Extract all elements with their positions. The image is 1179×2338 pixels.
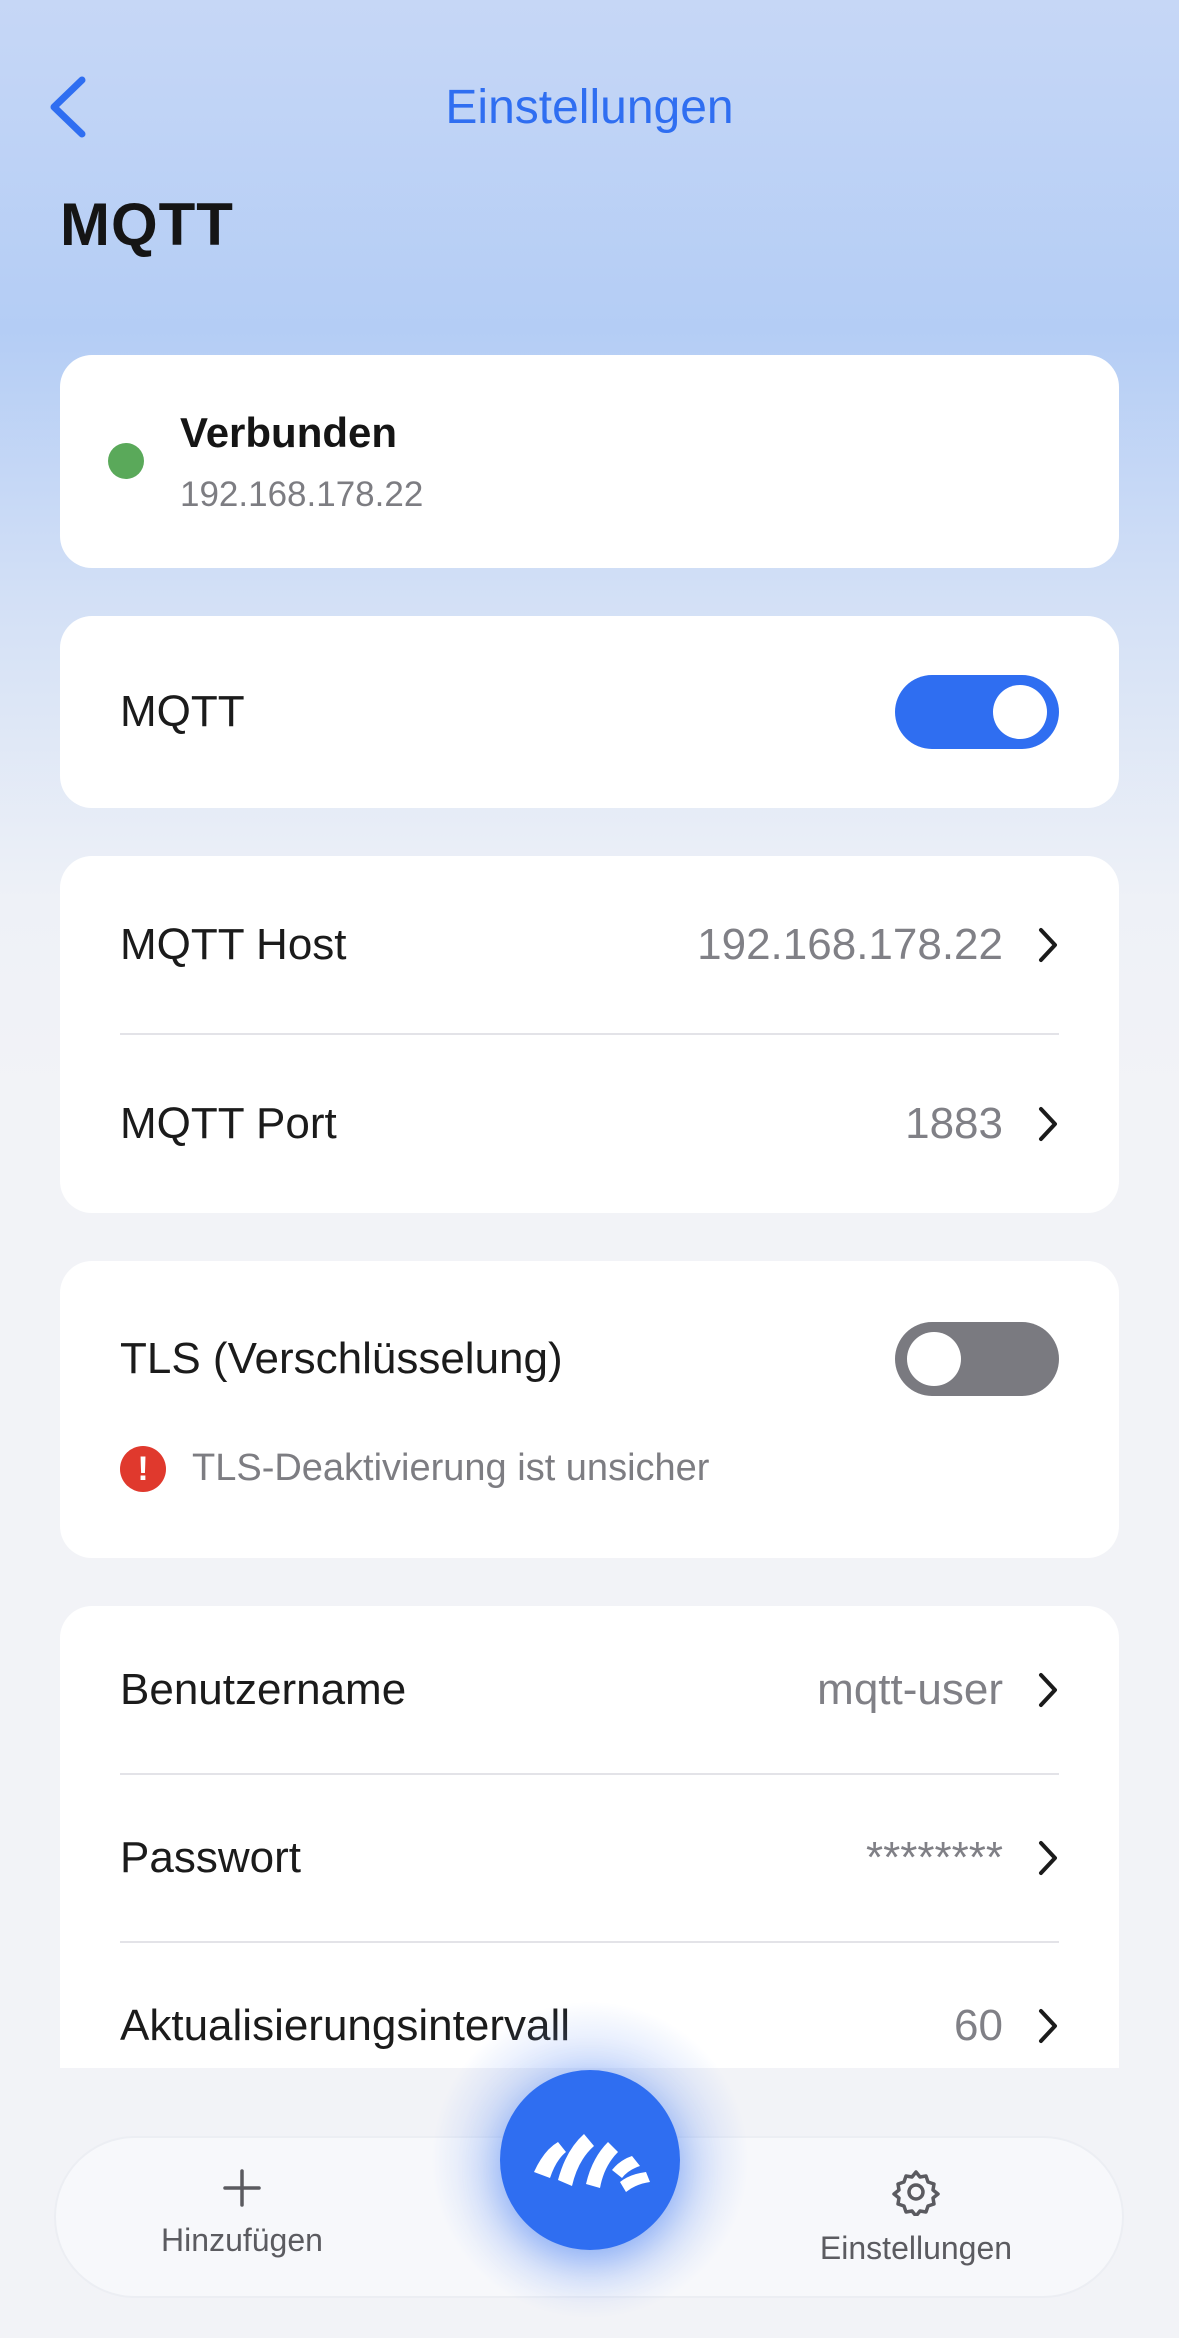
nav-settings-label: Einstellungen — [819, 2230, 1013, 2266]
mqtt-host-value: 192.168.178.22 — [697, 920, 1003, 969]
mqtt-host-label: MQTT Host — [120, 920, 347, 969]
home-fab-button[interactable] — [500, 2070, 680, 2250]
tls-card: TLS (Verschlüsselung) ! TLS-Deaktivierun… — [60, 1261, 1119, 1558]
password-row[interactable]: Passwort ******** — [120, 1775, 1059, 1941]
chevron-right-icon — [1039, 928, 1057, 962]
credentials-card: Benutzername mqtt-user Passwort ********… — [60, 1606, 1119, 2068]
mqtt-port-label: MQTT Port — [120, 1099, 337, 1148]
mqtt-toggle-switch[interactable] — [895, 675, 1059, 749]
tls-toggle-row: TLS (Verschlüsselung) — [120, 1261, 1059, 1457]
nav-title: Einstellungen — [445, 81, 734, 134]
mqtt-port-row[interactable]: MQTT Port 1883 — [120, 1035, 1059, 1213]
status-address: 192.168.178.22 — [180, 475, 424, 514]
home-logo-icon — [534, 2134, 650, 2192]
warning-icon: ! — [120, 1446, 166, 1492]
toggle-knob — [993, 685, 1047, 739]
scroll-content-clip: Benutzername mqtt-user Passwort ********… — [0, 1600, 1179, 2068]
password-label: Passwort — [120, 1833, 301, 1882]
username-row[interactable]: Benutzername mqtt-user — [120, 1606, 1059, 1774]
username-label: Benutzername — [120, 1665, 407, 1714]
mqtt-toggle-card: MQTT — [60, 616, 1119, 808]
connection-settings-card: MQTT Host 192.168.178.22 MQTT Port 1883 — [60, 856, 1119, 1213]
tls-toggle-label: TLS (Verschlüsselung) — [120, 1334, 563, 1383]
chevron-right-icon — [1039, 1841, 1057, 1875]
nav-add-button[interactable]: Hinzufügen — [112, 2168, 372, 2259]
chevron-right-icon — [1039, 1107, 1057, 1141]
nav-add-label: Hinzufügen — [161, 2222, 323, 2258]
status-title: Verbunden — [180, 409, 398, 456]
gear-icon — [892, 2170, 940, 2216]
tls-toggle-switch[interactable] — [895, 1322, 1059, 1396]
toggle-knob — [907, 1332, 961, 1386]
chevron-right-icon — [1039, 2009, 1057, 2043]
page-title: MQTT — [60, 191, 234, 258]
connection-status-card: Verbunden 192.168.178.22 — [60, 355, 1119, 568]
status-dot — [108, 443, 144, 479]
mqtt-host-row[interactable]: MQTT Host 192.168.178.22 — [120, 856, 1059, 1034]
chevron-right-icon — [1039, 1673, 1057, 1707]
username-value: mqtt-user — [817, 1665, 1003, 1714]
nav-settings-button[interactable]: Einstellungen — [786, 2168, 1046, 2267]
update-interval-value: 60 — [954, 2001, 1003, 2050]
mqtt-port-value: 1883 — [905, 1099, 1003, 1148]
password-value: ******** — [866, 1833, 1003, 1882]
plus-icon — [223, 2169, 261, 2207]
mqtt-toggle-label: MQTT — [120, 687, 245, 736]
tls-warning-text: TLS-Deaktivierung ist unsicher — [192, 1447, 710, 1489]
mqtt-toggle-row: MQTT — [120, 616, 1059, 808]
